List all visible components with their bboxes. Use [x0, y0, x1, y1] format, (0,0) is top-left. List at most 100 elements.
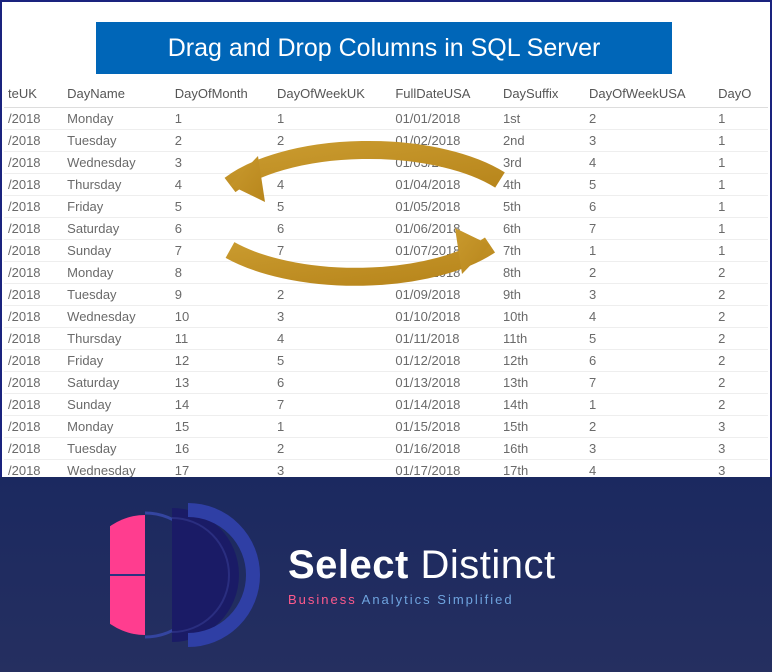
cell: 2 [714, 394, 768, 416]
cell: 6 [171, 218, 273, 240]
brand-logo-group: Select Distinct Business Analytics Simpl… [110, 500, 556, 650]
table-row[interactable]: /2018Monday1101/01/20181st21 [4, 108, 768, 130]
cell: 3 [714, 416, 768, 438]
table-row[interactable]: /2018Thursday4401/04/20184th51 [4, 174, 768, 196]
cell: Friday [63, 196, 171, 218]
cell: 6 [273, 372, 391, 394]
cell: 3 [585, 438, 714, 460]
cell: 12 [171, 350, 273, 372]
cell: 1 [714, 196, 768, 218]
cell: 11th [499, 328, 585, 350]
cell: 2 [714, 372, 768, 394]
cell: 01/12/2018 [391, 350, 499, 372]
cell: /2018 [4, 372, 63, 394]
cell: 1 [714, 240, 768, 262]
cell: Monday [63, 262, 171, 284]
table-row[interactable]: /2018Monday8101/08/20188th22 [4, 262, 768, 284]
cell: 13 [171, 372, 273, 394]
column-header-dayo[interactable]: DayO [714, 80, 768, 108]
table-row[interactable]: /2018Sunday7701/07/20187th11 [4, 240, 768, 262]
cell: Saturday [63, 372, 171, 394]
cell: 1st [499, 108, 585, 130]
table-row[interactable]: /2018Tuesday9201/09/20189th32 [4, 284, 768, 306]
cell: 7 [585, 372, 714, 394]
cell: 5 [585, 174, 714, 196]
cell: 01/06/2018 [391, 218, 499, 240]
cell: 2 [714, 306, 768, 328]
table-row[interactable]: /2018Friday5501/05/20185th61 [4, 196, 768, 218]
brand-name-light: Distinct [409, 543, 556, 587]
cell: 1 [171, 108, 273, 130]
cell: 7 [171, 240, 273, 262]
cell: 1 [714, 130, 768, 152]
cell: 8 [171, 262, 273, 284]
cell: Tuesday [63, 284, 171, 306]
cell: 9th [499, 284, 585, 306]
column-header-daysuffix[interactable]: DaySuffix [499, 80, 585, 108]
cell: 1 [714, 174, 768, 196]
brand-tagline: Business Analytics Simplified [288, 592, 556, 607]
cell: 2 [585, 262, 714, 284]
cell: 15 [171, 416, 273, 438]
column-header-dayname[interactable]: DayName [63, 80, 171, 108]
table-row[interactable]: /2018Saturday13601/13/201813th72 [4, 372, 768, 394]
cell: 2nd [499, 130, 585, 152]
cell: 2 [273, 284, 391, 306]
cell: 2 [585, 416, 714, 438]
cell: 4th [499, 174, 585, 196]
cell: 4 [585, 306, 714, 328]
cell: 5 [585, 328, 714, 350]
table-row[interactable]: /2018Tuesday16201/16/201816th33 [4, 438, 768, 460]
cell: 01/09/2018 [391, 284, 499, 306]
table-row[interactable]: /2018Thursday11401/11/201811th52 [4, 328, 768, 350]
table-row[interactable]: /2018Monday15101/15/201815th23 [4, 416, 768, 438]
cell: Tuesday [63, 130, 171, 152]
cell: /2018 [4, 152, 63, 174]
brand-name-bold: Select [288, 543, 409, 587]
cell: Sunday [63, 240, 171, 262]
cell: 01/03/2018 [391, 152, 499, 174]
brand-text-block: Select Distinct Business Analytics Simpl… [288, 543, 556, 607]
cell: 7 [273, 240, 391, 262]
cell: /2018 [4, 130, 63, 152]
column-header-fulldateusa[interactable]: FullDateUSA [391, 80, 499, 108]
cell: 2 [273, 130, 391, 152]
table-row[interactable]: /2018Wednesday3301/03/20183rd41 [4, 152, 768, 174]
cell: 12th [499, 350, 585, 372]
cell: 01/11/2018 [391, 328, 499, 350]
cell: 10th [499, 306, 585, 328]
cell: 8th [499, 262, 585, 284]
column-header-teuk[interactable]: teUK [4, 80, 63, 108]
table-row[interactable]: /2018Tuesday2201/02/20182nd31 [4, 130, 768, 152]
cell: 01/05/2018 [391, 196, 499, 218]
cell: 01/01/2018 [391, 108, 499, 130]
cell: 01/10/2018 [391, 306, 499, 328]
cell: 3rd [499, 152, 585, 174]
cell: 5th [499, 196, 585, 218]
cell: 4 [273, 328, 391, 350]
cell: /2018 [4, 328, 63, 350]
cell: 1 [585, 394, 714, 416]
table-row[interactable]: /2018Saturday6601/06/20186th71 [4, 218, 768, 240]
cell: Thursday [63, 328, 171, 350]
cell: /2018 [4, 218, 63, 240]
cell: /2018 [4, 262, 63, 284]
cell: 01/04/2018 [391, 174, 499, 196]
table-row[interactable]: /2018Wednesday10301/10/201810th42 [4, 306, 768, 328]
column-header-dayofweekuk[interactable]: DayOfWeekUK [273, 80, 391, 108]
cell: Thursday [63, 174, 171, 196]
cell: /2018 [4, 196, 63, 218]
cell: Sunday [63, 394, 171, 416]
cell: /2018 [4, 350, 63, 372]
cell: 7 [585, 218, 714, 240]
cell: 3 [585, 284, 714, 306]
cell: 7th [499, 240, 585, 262]
cell: Tuesday [63, 438, 171, 460]
brand-name: Select Distinct [288, 543, 556, 588]
table-row[interactable]: /2018Friday12501/12/201812th62 [4, 350, 768, 372]
cell: 5 [273, 196, 391, 218]
column-header-dayofweekusa[interactable]: DayOfWeekUSA [585, 80, 714, 108]
data-table: teUKDayNameDayOfMonthDayOfWeekUKFullDate… [4, 80, 768, 480]
table-row[interactable]: /2018Sunday14701/14/201814th12 [4, 394, 768, 416]
column-header-dayofmonth[interactable]: DayOfMonth [171, 80, 273, 108]
